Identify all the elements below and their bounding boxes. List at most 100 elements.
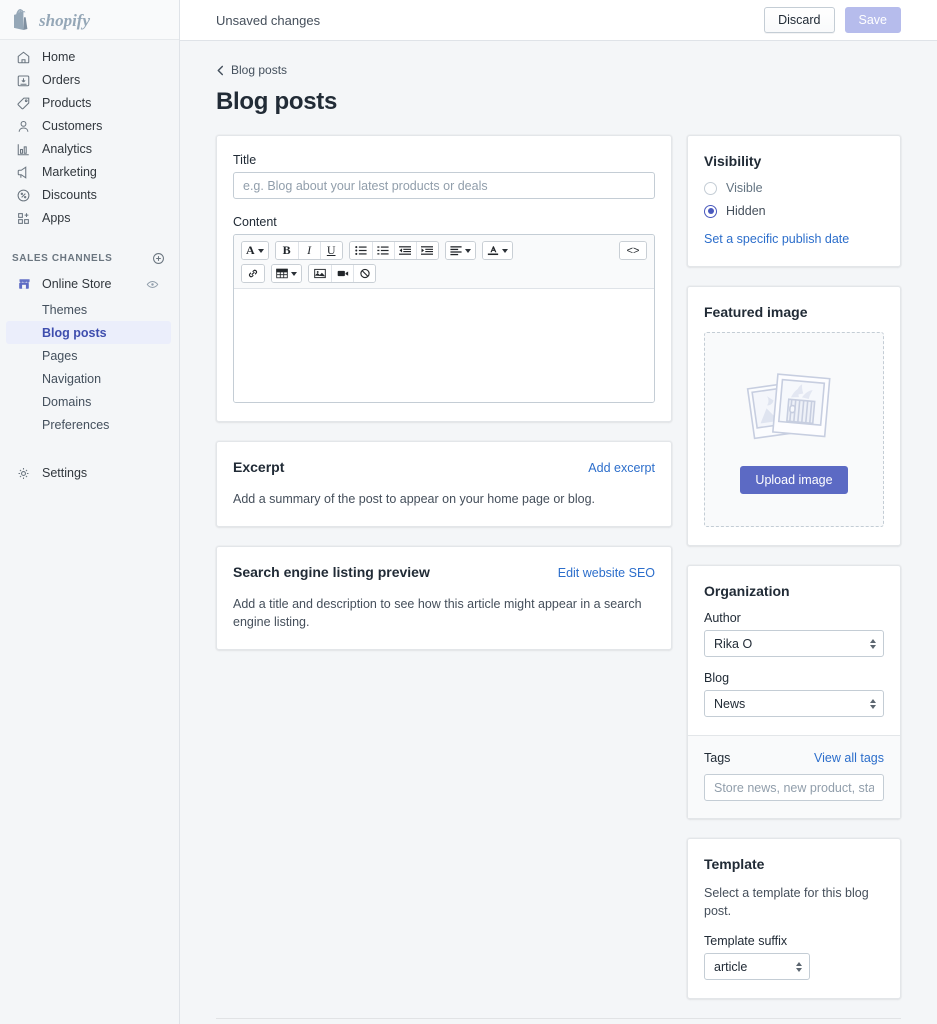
sidebar-item-apps[interactable]: Apps — [6, 207, 171, 230]
bulleted-list-icon[interactable] — [349, 242, 372, 259]
seo-title: Search engine listing preview — [233, 564, 430, 581]
author-select[interactable]: Rika O — [704, 630, 884, 657]
template-description: Select a template for this blog post. — [704, 886, 869, 919]
sidebar-item-analytics[interactable]: Analytics — [6, 138, 171, 161]
sidebar-item-blog-posts[interactable]: Blog posts — [6, 321, 171, 344]
excerpt-card: Excerpt Add excerpt Add a summary of the… — [216, 441, 672, 528]
customers-person-icon — [16, 119, 36, 134]
excerpt-header: Excerpt Add excerpt — [233, 459, 655, 475]
insert-video-icon[interactable] — [331, 265, 353, 282]
save-button[interactable]: Save — [844, 7, 901, 33]
seo-card: Search engine listing preview Edit websi… — [216, 546, 672, 651]
outdent-icon[interactable] — [393, 242, 416, 259]
sidebar-item-settings[interactable]: Settings — [6, 462, 171, 485]
insert-table-dropdown[interactable] — [272, 265, 301, 282]
rich-text-editor: A B I U <> — [233, 234, 655, 403]
sidebar-item-orders[interactable]: Orders — [6, 69, 171, 92]
tags-label: Tags — [704, 751, 731, 765]
italic-button[interactable]: I — [297, 242, 320, 259]
chevron-down-icon — [257, 248, 264, 253]
view-all-tags-link[interactable]: View all tags — [814, 751, 884, 765]
bold-button[interactable]: B — [275, 242, 298, 259]
indent-icon[interactable] — [415, 242, 438, 259]
sidebar-item-products[interactable]: Products — [6, 92, 171, 115]
featured-image-card: Featured image Upload image — [687, 286, 901, 546]
sidebar-item-navigation[interactable]: Navigation — [6, 367, 171, 390]
sidebar-item-label: Settings — [42, 466, 88, 481]
radio-hidden-icon — [704, 204, 717, 218]
editor-toolbar-row-1: A B I U <> — [241, 241, 647, 260]
sidebar-item-label: Orders — [42, 73, 81, 88]
align-left-dropdown[interactable] — [445, 242, 475, 259]
insert-link-icon[interactable] — [242, 265, 264, 282]
underline-button[interactable]: U — [319, 242, 342, 259]
seo-header: Search engine listing preview Edit websi… — [233, 564, 655, 580]
chevron-down-icon — [291, 271, 297, 276]
sidebar-item-label: Marketing — [42, 165, 97, 180]
author-select-wrap: Rika O — [704, 630, 884, 657]
align-group — [444, 241, 476, 260]
eye-icon[interactable] — [146, 278, 159, 291]
radio-visible-icon — [704, 181, 717, 195]
admin-app: shopify Home Orders Products Customers A… — [0, 0, 937, 1024]
add-excerpt-link[interactable]: Add excerpt — [588, 461, 655, 475]
discard-button[interactable]: Discard — [764, 7, 835, 33]
sidebar-item-label: Products — [42, 96, 92, 111]
text-color-dropdown[interactable] — [482, 242, 512, 259]
clear-formatting-icon[interactable] — [353, 265, 375, 282]
sidebar-item-label: Domains — [42, 394, 92, 409]
analytics-bars-icon — [16, 142, 36, 157]
sidebar-item-label: Apps — [42, 211, 71, 226]
primary-column: Title Content A — [216, 135, 672, 999]
visibility-option-hidden[interactable]: Hidden — [704, 204, 884, 218]
sidebar-item-home[interactable]: Home — [6, 46, 171, 69]
visibility-option-label: Hidden — [726, 204, 766, 218]
upload-image-button[interactable]: Upload image — [740, 466, 848, 494]
online-store-icon — [16, 276, 36, 292]
shopify-logo[interactable]: shopify — [0, 0, 179, 40]
excerpt-description: Add a summary of the post to appear on y… — [233, 492, 596, 506]
author-field-label: Author — [704, 611, 741, 625]
tags-section: Tags View all tags — [688, 736, 900, 818]
template-suffix-select[interactable]: article — [704, 953, 810, 981]
unsaved-changes-message: Unsaved changes — [216, 12, 321, 28]
visibility-card: Visibility Visible Hidden Set a specific… — [687, 135, 901, 267]
insert-table-group — [271, 264, 302, 283]
page-title: Blog posts — [216, 88, 337, 115]
marketing-megaphone-icon — [16, 165, 36, 180]
sidebar-item-customers[interactable]: Customers — [6, 115, 171, 138]
sidebar: shopify Home Orders Products Customers A… — [0, 0, 180, 1024]
shopify-logo-icon: shopify — [14, 8, 90, 30]
sidebar-item-discounts[interactable]: Discounts — [6, 184, 171, 207]
font-style-dropdown[interactable]: A — [242, 242, 268, 259]
visibility-option-visible[interactable]: Visible — [704, 181, 884, 195]
edit-website-seo-link[interactable]: Edit website SEO — [558, 566, 655, 580]
sidebar-item-themes[interactable]: Themes — [6, 298, 171, 321]
title-field-label: Title — [233, 153, 257, 167]
insert-image-icon[interactable] — [309, 265, 331, 282]
seo-description: Add a title and description to see how t… — [233, 597, 642, 630]
content-editor-body[interactable] — [234, 289, 654, 402]
blog-select-wrap: News — [704, 690, 884, 717]
sidebar-item-pages[interactable]: Pages — [6, 344, 171, 367]
featured-image-dropzone[interactable]: Upload image — [704, 332, 884, 527]
numbered-list-icon[interactable] — [371, 242, 394, 259]
plus-circle-icon[interactable] — [152, 252, 165, 265]
online-store-subnav: Themes Blog posts Pages Navigation Domai… — [0, 298, 179, 436]
set-publish-date-link[interactable]: Set a specific publish date — [704, 232, 849, 246]
content-columns: Title Content A — [216, 135, 901, 1000]
sidebar-item-marketing[interactable]: Marketing — [6, 161, 171, 184]
code-view-button[interactable]: <> — [620, 242, 646, 259]
sidebar-item-preferences[interactable]: Preferences — [6, 413, 171, 436]
font-style-group: A — [241, 241, 269, 260]
products-tag-icon — [16, 96, 36, 111]
sidebar-item-online-store[interactable]: Online Store — [6, 272, 171, 296]
title-input[interactable] — [233, 172, 655, 199]
code-view-group: <> — [619, 241, 647, 260]
blog-select[interactable]: News — [704, 690, 884, 717]
breadcrumb[interactable]: Blog posts — [216, 63, 901, 77]
tags-input[interactable] — [704, 774, 884, 801]
chevron-down-icon — [501, 248, 508, 253]
sidebar-item-domains[interactable]: Domains — [6, 390, 171, 413]
insert-media-group — [308, 264, 376, 283]
